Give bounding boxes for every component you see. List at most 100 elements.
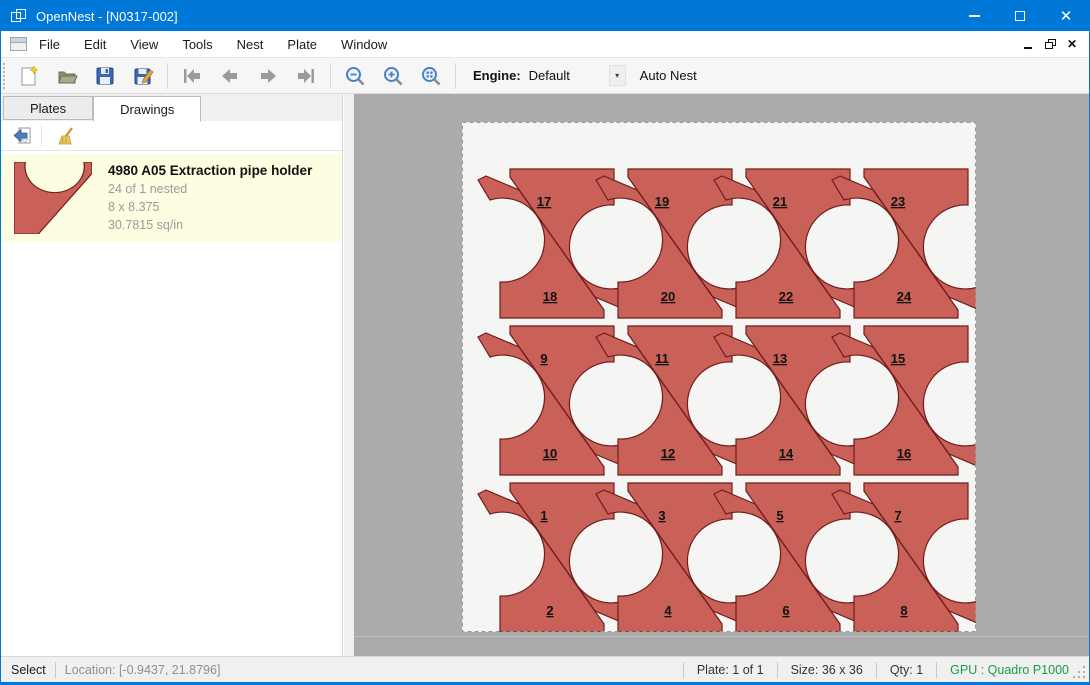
drawings-panel: Plates Drawings: [1, 94, 343, 656]
part-number: 11: [655, 351, 669, 366]
part-number: 3: [658, 508, 665, 523]
open-folder-icon: [55, 64, 79, 88]
menu-nest[interactable]: Nest: [225, 31, 276, 58]
auto-nest-button[interactable]: Auto Nest: [640, 68, 697, 83]
part-number: 22: [779, 289, 793, 304]
save-icon: [93, 64, 117, 88]
engine-select[interactable]: Default: [529, 68, 607, 83]
minimize-icon: [969, 15, 980, 17]
menu-bar: File Edit View Tools Nest Plate Window ✕: [1, 31, 1089, 58]
zoom-out-button[interactable]: [339, 61, 371, 91]
part-number: 6: [782, 603, 789, 618]
nesting-canvas[interactable]: 171819202122232491011121314151612345678: [354, 94, 1089, 656]
title-bar: OpenNest - [N0317-002] ✕: [1, 1, 1089, 31]
menu-tools[interactable]: Tools: [170, 31, 224, 58]
zoom-out-icon: [343, 64, 367, 88]
first-plate-button[interactable]: [176, 61, 208, 91]
mdi-restore-icon: [1045, 39, 1056, 49]
status-gpu: GPU : Quadro P1000: [946, 663, 1073, 677]
menu-edit[interactable]: Edit: [72, 31, 118, 58]
go-next-icon: [256, 64, 280, 88]
part-number: 1: [540, 508, 547, 523]
part-thumbnail: [14, 162, 92, 234]
window-title: OpenNest - [N0317-002]: [36, 9, 178, 24]
resize-grip[interactable]: [1071, 664, 1085, 678]
part-number: 14: [779, 446, 794, 461]
tab-plates[interactable]: Plates: [3, 96, 93, 120]
import-drawing-icon: [11, 125, 33, 147]
canvas-divider: [354, 636, 1089, 637]
import-drawing-button[interactable]: [7, 123, 37, 149]
close-icon: ✕: [1060, 7, 1073, 25]
engine-label: Engine:: [473, 68, 521, 83]
part-number: 7: [894, 508, 901, 523]
part-number: 23: [891, 194, 905, 209]
mdi-restore-button[interactable]: [1039, 34, 1061, 54]
menu-view[interactable]: View: [118, 31, 170, 58]
mdi-child-icon[interactable]: [10, 37, 27, 51]
go-first-icon: [180, 64, 204, 88]
mdi-minimize-button[interactable]: [1017, 34, 1039, 54]
tab-drawings[interactable]: Drawings: [93, 96, 201, 122]
app-window: OpenNest - [N0317-002] ✕ File Edit View …: [0, 0, 1090, 685]
status-size: Size: 36 x 36: [787, 663, 867, 677]
zoom-fit-button[interactable]: [415, 61, 447, 91]
open-button[interactable]: [51, 61, 83, 91]
menu-file[interactable]: File: [27, 31, 72, 58]
status-separator: [876, 662, 877, 678]
broom-icon: [56, 125, 78, 147]
zoom-in-icon: [381, 64, 405, 88]
part-number: 5: [776, 508, 783, 523]
mdi-minimize-icon: [1024, 47, 1032, 49]
status-bar: Select Location: [-0.9437, 21.8796] Plat…: [1, 656, 1089, 682]
drawings-toolbar: [1, 121, 342, 151]
panel-splitter[interactable]: [344, 94, 354, 656]
maximize-button[interactable]: [997, 1, 1043, 31]
zoom-fit-icon: [419, 64, 443, 88]
go-last-icon: [294, 64, 318, 88]
menu-plate[interactable]: Plate: [275, 31, 329, 58]
status-separator: [936, 662, 937, 678]
new-document-icon: [17, 64, 41, 88]
panel-toolbar-separator: [41, 125, 42, 147]
part-number: 12: [661, 446, 675, 461]
part-number: 2: [546, 603, 553, 618]
part-number: 15: [891, 351, 905, 366]
next-plate-button[interactable]: [252, 61, 284, 91]
drawing-title: 4980 A05 Extraction pipe holder: [108, 163, 312, 178]
last-plate-button[interactable]: [290, 61, 322, 91]
part-number: 18: [543, 289, 557, 304]
minimize-button[interactable]: [951, 1, 997, 31]
app-icon: [11, 9, 27, 23]
plate-view[interactable]: 171819202122232491011121314151612345678: [462, 122, 976, 632]
toolbar-grip[interactable]: [3, 63, 10, 89]
main-toolbar: Engine: Default ▾ Auto Nest: [1, 58, 1089, 94]
zoom-in-button[interactable]: [377, 61, 409, 91]
go-previous-icon: [218, 64, 242, 88]
save-as-button[interactable]: [127, 61, 159, 91]
clear-drawings-button[interactable]: [52, 123, 82, 149]
part-number: 21: [773, 194, 787, 209]
drawing-list-item[interactable]: 4980 A05 Extraction pipe holder 24 of 1 …: [1, 154, 340, 242]
new-document-button[interactable]: [13, 61, 45, 91]
part-number: 10: [543, 446, 557, 461]
part-number: 16: [897, 446, 911, 461]
save-as-icon: [131, 64, 155, 88]
status-separator: [683, 662, 684, 678]
status-separator: [777, 662, 778, 678]
mdi-close-icon: ✕: [1067, 37, 1077, 51]
part-number: 24: [897, 289, 912, 304]
part-number: 8: [900, 603, 907, 618]
part-number: 20: [661, 289, 675, 304]
drawing-area: 30.7815 sq/in: [108, 219, 312, 232]
status-separator: [55, 662, 56, 678]
close-button[interactable]: ✕: [1043, 1, 1089, 31]
toolbar-separator: [330, 63, 331, 89]
menu-window[interactable]: Window: [329, 31, 399, 58]
drawing-nested-count: 24 of 1 nested: [108, 183, 312, 196]
save-button[interactable]: [89, 61, 121, 91]
previous-plate-button[interactable]: [214, 61, 246, 91]
engine-dropdown-button[interactable]: ▾: [609, 65, 626, 86]
part-number: 13: [773, 351, 787, 366]
mdi-close-button[interactable]: ✕: [1061, 34, 1083, 54]
